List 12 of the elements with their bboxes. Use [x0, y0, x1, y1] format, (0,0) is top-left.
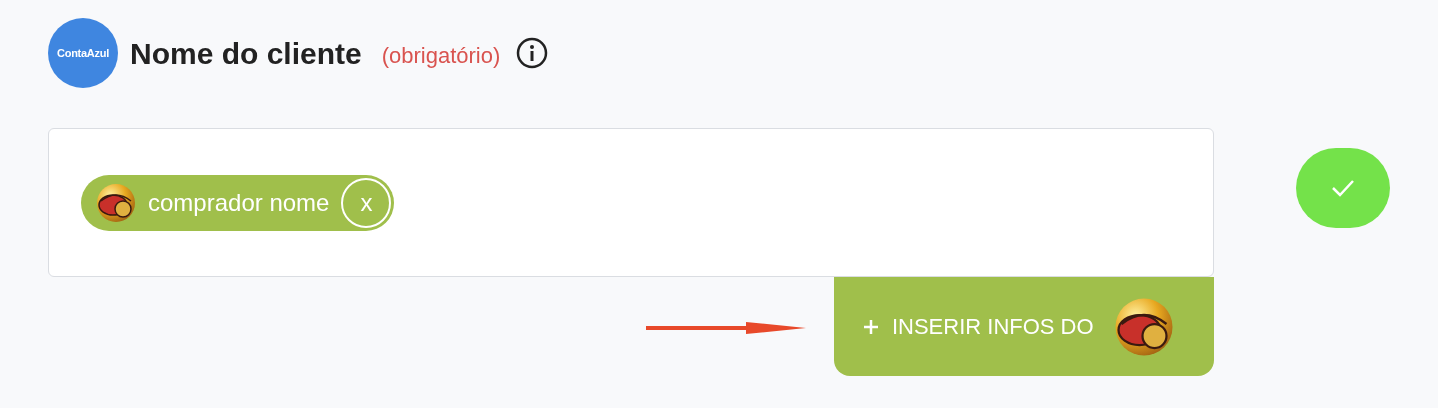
input-field[interactable]: comprador nome x: [48, 128, 1214, 277]
check-icon: [1330, 178, 1355, 198]
field-title: Nome do cliente: [130, 35, 362, 72]
plus-icon: [861, 317, 880, 336]
orb-logo-icon: [96, 182, 136, 223]
info-icon[interactable]: [516, 37, 549, 69]
required-label: (obrigatório): [381, 41, 501, 70]
chip-label: comprador nome: [148, 187, 330, 218]
logo-text: ContaAzul: [57, 45, 109, 61]
orb-logo-icon: [1113, 296, 1174, 357]
insert-info-button[interactable]: INSERIR INFOS DO: [833, 277, 1214, 376]
remove-chip-button[interactable]: x: [341, 177, 392, 228]
